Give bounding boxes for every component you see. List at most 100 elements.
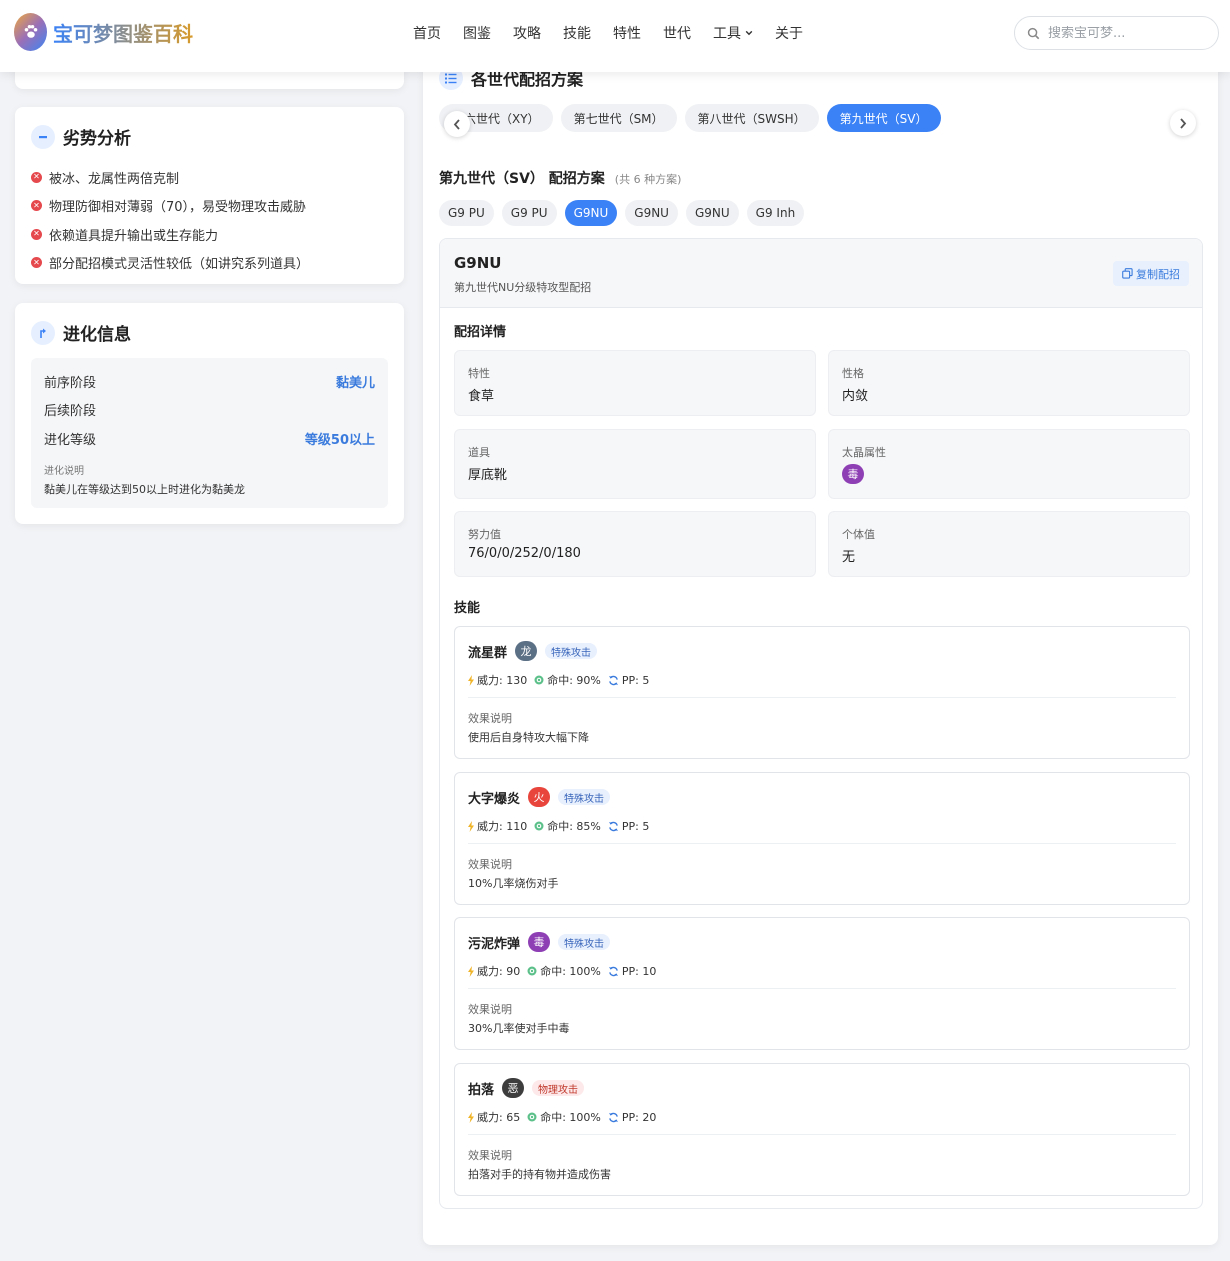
weakness-list: ✕ 被冰、龙属性两倍克制 ✕ 物理防御相对薄弱（70），易受物理攻击威胁 ✕ 依赖道具… xyxy=(31,163,388,277)
move-name: 拍落 xyxy=(468,1082,495,1098)
nav-home[interactable]: 首页 xyxy=(413,24,441,42)
tab-gen8[interactable]: 第八世代（SWSH） xyxy=(684,104,819,132)
evo-prev-row: 前序阶段 黏美儿 xyxy=(44,372,375,391)
nav-tools[interactable]: 工具 xyxy=(713,24,753,42)
tab-set[interactable]: G9NU xyxy=(625,200,678,226)
scroll-right-button[interactable] xyxy=(1170,110,1196,136)
weakness-title-row: 劣势分析 xyxy=(31,124,388,149)
nav-moves[interactable]: 技能 xyxy=(563,24,591,42)
moveset-name: G9NU xyxy=(454,254,502,272)
accuracy-stat: 命中: 85% xyxy=(534,818,601,834)
item-field: 道具 厚底靴 xyxy=(454,429,816,499)
move-header: 拍落 恶 物理攻击 xyxy=(468,1078,585,1098)
moveset-heading: 第九世代（SV） 配招方案 xyxy=(439,171,605,187)
nav-generations[interactable]: 世代 xyxy=(663,24,691,42)
tab-set[interactable]: G9 PU xyxy=(439,200,494,226)
moveset-heading-row: 第九世代（SV） 配招方案 (共 6 种方案) xyxy=(439,168,681,188)
evo-level-value: 等级50以上 xyxy=(304,433,375,448)
movesets-card: 各世代配招方案 第六世代（XY） 第七世代（SM） 第八世代（SWSH） 第九世… xyxy=(423,54,1218,1245)
item-value: 厚底靴 xyxy=(468,468,508,483)
move-name: 大字爆炎 xyxy=(468,791,521,807)
tab-set[interactable]: G9 PU xyxy=(501,200,557,226)
refresh-icon xyxy=(608,675,618,685)
weakness-text: 依赖道具提升输出或生存能力 xyxy=(49,228,219,244)
move-stats: 威力: 90 命中: 100% PP: 10 xyxy=(468,963,663,979)
accuracy-value: 命中: 90% xyxy=(547,674,601,687)
nature-label: 性格 xyxy=(842,367,864,380)
evo-next-label: 后续阶段 xyxy=(44,404,97,419)
power-stat: 威力: 65 xyxy=(468,1109,520,1125)
evo-note: 黏美儿在等级达到50以上时进化为黏美龙 xyxy=(44,483,245,496)
weakness-title: 劣势分析 xyxy=(63,129,131,149)
weakness-text: 被冰、龙属性两倍克制 xyxy=(49,171,180,187)
pp-stat: PP: 20 xyxy=(608,1111,656,1124)
accuracy-value: 命中: 100% xyxy=(540,1111,601,1124)
power-stat: 威力: 90 xyxy=(468,963,520,979)
evo-next-row: 后续阶段 xyxy=(44,400,375,419)
lightning-icon xyxy=(468,820,474,832)
accuracy-stat: 命中: 90% xyxy=(534,672,601,688)
site-name: 宝可梦图鉴百科 xyxy=(53,18,193,47)
tab-set-active[interactable]: G9NU xyxy=(564,200,618,226)
tab-set[interactable]: G9 Inh xyxy=(746,200,805,226)
pp-value: PP: 5 xyxy=(621,819,650,833)
arrow-up-icon xyxy=(31,320,55,345)
search-input[interactable] xyxy=(1048,25,1198,41)
search-box[interactable] xyxy=(1014,16,1219,50)
target-icon xyxy=(534,821,544,831)
move-effect-label: 效果说明 xyxy=(468,858,512,871)
evo-note-label: 进化说明 xyxy=(44,466,84,477)
list-item: ✕ 物理防御相对薄弱（70），易受物理攻击威胁 xyxy=(31,192,388,221)
moveset-desc: 第九世代NU分级特攻型配招 xyxy=(454,281,592,294)
nav-pokedex[interactable]: 图鉴 xyxy=(463,24,491,42)
move-divider xyxy=(468,697,1176,698)
nav-guides[interactable]: 攻略 xyxy=(513,24,541,42)
nav-about[interactable]: 关于 xyxy=(775,24,803,42)
refresh-icon xyxy=(608,821,618,831)
moveset-count: (共 6 种方案) xyxy=(614,173,682,186)
evolution-card: 进化信息 前序阶段 黏美儿 后续阶段 进化等级 等级50以上 进化说明 黏美儿在等级… xyxy=(15,303,404,524)
ivs-field: 个体值 无 xyxy=(828,511,1190,577)
evolution-title-row: 进化信息 xyxy=(31,320,131,345)
move-name: 流星群 xyxy=(468,645,508,661)
accuracy-stat: 命中: 100% xyxy=(527,963,601,979)
tab-gen9[interactable]: 第九世代（SV） xyxy=(826,104,941,132)
move-header: 流星群 龙 特殊攻击 xyxy=(468,641,598,661)
copy-moveset-button[interactable]: 复制配招 xyxy=(1113,261,1189,286)
search-icon xyxy=(1027,27,1040,39)
tab-gen7[interactable]: 第七世代（SM） xyxy=(560,104,677,132)
weakness-card: 劣势分析 ✕ 被冰、龙属性两倍克制 ✕ 物理防御相对薄弱（70），易受物理攻击威胁 … xyxy=(15,107,404,284)
weakness-text: 物理防御相对薄弱（70），易受物理攻击威胁 xyxy=(49,200,307,216)
item-label: 道具 xyxy=(468,446,490,459)
lightning-icon xyxy=(468,1111,474,1123)
move-type-badge: 恶 xyxy=(502,1078,525,1098)
move-category-badge: 特殊攻击 xyxy=(545,643,598,659)
tab-set[interactable]: G9NU xyxy=(685,200,739,226)
move-category-badge: 特殊攻击 xyxy=(558,789,611,805)
move-effect-label: 效果说明 xyxy=(468,1003,512,1016)
move-effect: 10%几率烧伤对手 xyxy=(468,877,559,890)
moveset-header: G9NU 第九世代NU分级特攻型配招 复制配招 xyxy=(440,239,1202,308)
power-stat: 威力: 130 xyxy=(468,672,527,688)
target-icon xyxy=(527,966,537,976)
x-circle-icon: ✕ xyxy=(31,257,42,269)
ability-value: 食草 xyxy=(468,389,495,404)
power-stat: 威力: 110 xyxy=(468,818,527,834)
nav-tools-label: 工具 xyxy=(713,26,741,42)
scroll-left-button[interactable] xyxy=(444,111,470,137)
target-icon xyxy=(534,675,544,685)
nature-value: 内敛 xyxy=(842,389,869,404)
evo-prev-link[interactable]: 黏美儿 xyxy=(336,372,375,391)
move-effect: 30%几率使对手中毒 xyxy=(468,1022,570,1035)
site-logo[interactable]: 宝可梦图鉴百科 xyxy=(14,13,193,51)
power-value: 威力: 110 xyxy=(477,820,528,833)
move-divider xyxy=(468,1134,1176,1135)
move-type-badge: 毒 xyxy=(528,932,551,952)
copy-label: 复制配招 xyxy=(1136,267,1180,281)
nav-abilities[interactable]: 特性 xyxy=(613,24,641,42)
move-category-badge: 特殊攻击 xyxy=(558,934,611,950)
evs-field: 努力值 76/0/0/252/0/180 xyxy=(454,511,816,577)
list-item: ✕ 依赖道具提升输出或生存能力 xyxy=(31,220,388,249)
tera-field: 太晶属性 毒 xyxy=(828,429,1190,499)
lightning-icon xyxy=(468,674,474,686)
